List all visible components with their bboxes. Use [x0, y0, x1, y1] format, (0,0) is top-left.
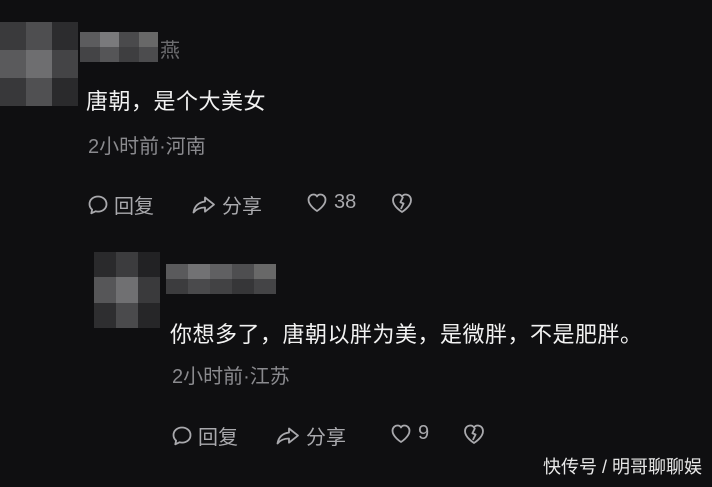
- comment-text: 你想多了，唐朝以胖为美，是微胖，不是肥胖。: [170, 322, 643, 347]
- dislike-button[interactable]: [388, 190, 416, 216]
- reply-bubble-icon: [86, 193, 110, 217]
- username-pixelated[interactable]: [166, 264, 276, 294]
- watermark: 快传号 / 明哥聊聊娱: [542, 457, 702, 477]
- share-arrow-icon: [274, 424, 302, 448]
- reply-button[interactable]: 回复: [86, 190, 154, 219]
- share-arrow-icon: [190, 193, 218, 217]
- comment-meta: 2小时前·河南: [88, 136, 206, 158]
- avatar-pixelated[interactable]: [94, 252, 160, 328]
- like-button[interactable]: 9: [388, 421, 429, 445]
- share-label: 分享: [306, 427, 346, 449]
- reply-label: 回复: [114, 196, 154, 218]
- reply-label: 回复: [198, 427, 238, 449]
- avatar-pixelated[interactable]: [0, 22, 78, 106]
- comment-meta: 2小时前·江苏: [172, 366, 290, 388]
- share-label: 分享: [222, 196, 262, 218]
- reply-button[interactable]: 回复: [170, 421, 238, 450]
- heart-icon: [388, 421, 414, 445]
- share-button[interactable]: 分享: [190, 190, 262, 219]
- username-fragment: 燕: [160, 40, 180, 62]
- like-button[interactable]: 38: [304, 190, 356, 214]
- heart-icon: [304, 190, 330, 214]
- username-pixelated[interactable]: [80, 32, 158, 62]
- dislike-button[interactable]: [460, 421, 488, 447]
- comment-text: 唐朝，是个大美女: [86, 89, 267, 114]
- broken-heart-icon: [460, 421, 488, 447]
- share-button[interactable]: 分享: [274, 421, 346, 450]
- reply-bubble-icon: [170, 424, 194, 448]
- like-count: 38: [334, 190, 357, 213]
- like-count: 9: [418, 421, 430, 444]
- broken-heart-icon: [388, 190, 416, 216]
